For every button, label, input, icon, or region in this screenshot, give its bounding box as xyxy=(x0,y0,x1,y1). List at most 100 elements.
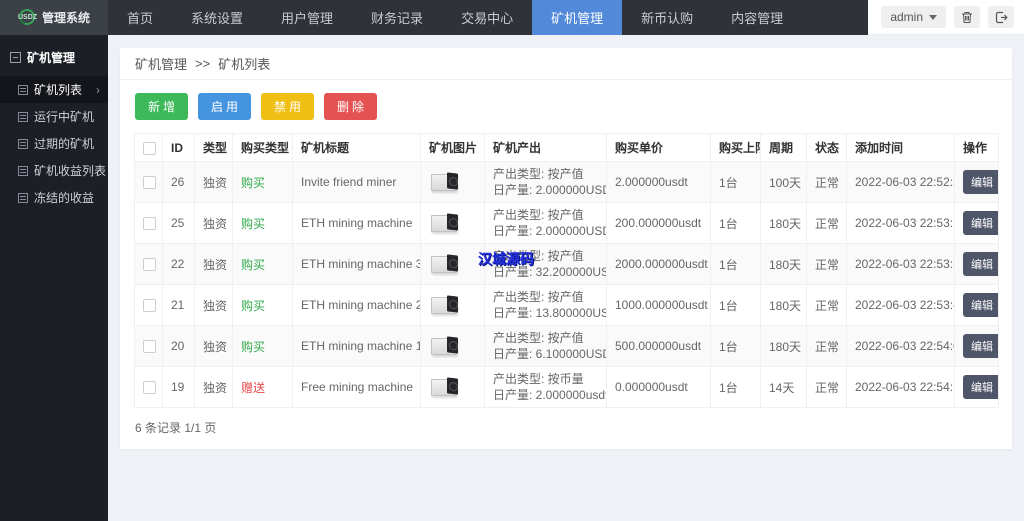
row-checkbox[interactable] xyxy=(143,381,156,395)
nav-menu-item[interactable]: 交易中心 xyxy=(442,0,532,35)
cell-title: ETH mining machine 2st xyxy=(292,284,421,326)
cell-output: 产出类型: 按币量 日产量: 2.000000usdt xyxy=(484,366,607,408)
sidebar-item-label: 运行中矿机 xyxy=(34,110,95,124)
cell-title: Invite friend miner xyxy=(292,161,421,203)
sidebar-item-label: 冻结的收益 xyxy=(34,191,95,205)
cell-actions: 编辑 xyxy=(954,243,999,285)
nav-menu-item[interactable]: 财务记录 xyxy=(352,0,442,35)
toolbar: 新增 启用 禁用 删除 xyxy=(120,80,1012,133)
cell-period: 14天 xyxy=(760,366,807,408)
column-header: 状态 xyxy=(806,133,847,162)
cell-actions: 编辑 xyxy=(954,161,999,203)
column-header: 购买上限 xyxy=(710,133,761,162)
select-all-checkbox[interactable] xyxy=(143,141,156,155)
list-icon xyxy=(18,84,28,95)
cell-buy-type: 购买 xyxy=(232,202,293,244)
table-row: 19 独资 赠送 Free mining machine 产出类型: 按币量 日… xyxy=(134,366,999,408)
cell-actions: 编辑 xyxy=(954,202,999,244)
cell-added-time: 2022-06-03 22:53:14 xyxy=(846,202,955,244)
row-checkbox[interactable] xyxy=(143,340,156,354)
sidebar-item[interactable]: 运行中矿机 › xyxy=(0,103,108,130)
column-header: 类型 xyxy=(194,133,233,162)
cell-status: 正常 xyxy=(806,161,847,203)
edit-button[interactable]: 编辑 xyxy=(963,170,998,194)
cell-output: 产出类型: 按产值 日产量: 2.000000USDT xyxy=(484,202,607,244)
edit-button[interactable]: 编辑 xyxy=(963,375,998,399)
edit-button[interactable]: 编辑 xyxy=(963,334,998,358)
miner-image xyxy=(429,212,461,235)
cell-added-time: 2022-06-03 22:53:46 xyxy=(846,284,955,326)
cell-status: 正常 xyxy=(806,202,847,244)
cell-status: 正常 xyxy=(806,243,847,285)
nav-menu-item[interactable]: 矿机管理 xyxy=(532,0,623,35)
cell-added-time: 2022-06-03 22:54:18 xyxy=(846,366,955,408)
chevron-right-icon: › xyxy=(96,82,100,97)
cell-title: Free mining machine xyxy=(292,366,421,408)
sidebar-item[interactable]: 冻结的收益 › xyxy=(0,184,108,211)
edit-button[interactable]: 编辑 xyxy=(963,252,998,276)
sidebar: 矿机管理 矿机列表 › 运行中矿机 › 过期的矿机 › 矿机收益列表 › 冻结的… xyxy=(0,35,108,521)
row-checkbox[interactable] xyxy=(143,217,156,231)
cell-limit: 1台 xyxy=(710,325,761,367)
row-checkbox[interactable] xyxy=(143,258,156,272)
usdz-logo-icon: USDZ xyxy=(16,5,38,28)
cell-id: 22 xyxy=(162,243,195,285)
chevron-down-icon xyxy=(929,14,937,20)
sidebar-item-label: 矿机列表 xyxy=(34,83,83,97)
miner-image xyxy=(429,171,461,194)
cell-output: 产出类型: 按产值 日产量: 2.000000USDT xyxy=(484,161,607,203)
collapse-minus-icon xyxy=(10,52,21,63)
nav-menu-item[interactable]: 首页 xyxy=(108,0,172,35)
edit-button[interactable]: 编辑 xyxy=(963,211,998,235)
admin-label: admin xyxy=(890,10,923,24)
cell-image xyxy=(420,202,485,244)
nav-menu-item[interactable]: 用户管理 xyxy=(262,0,352,35)
cell-output: 产出类型: 按产值 日产量: 6.100000USDT xyxy=(484,325,607,367)
edit-button[interactable]: 编辑 xyxy=(963,293,998,317)
cell-buy-type: 购买 xyxy=(232,161,293,203)
cell-buy-type: 购买 xyxy=(232,243,293,285)
column-header: 周期 xyxy=(760,133,807,162)
column-header: 矿机图片 xyxy=(420,133,485,162)
cell-actions: 编辑 xyxy=(954,366,999,408)
cell-period: 180天 xyxy=(760,243,807,285)
cell-limit: 1台 xyxy=(710,284,761,326)
select-all-cell xyxy=(134,133,163,162)
cell-id: 20 xyxy=(162,325,195,367)
list-icon xyxy=(18,138,28,149)
logout-button[interactable] xyxy=(988,6,1014,28)
table-body: 26 独资 购买 Invite friend miner 产出类型: 按产值 日… xyxy=(134,161,999,408)
nav-menu-item[interactable]: 内容管理 xyxy=(712,0,802,35)
miner-image xyxy=(429,253,461,276)
enable-button[interactable]: 启用 xyxy=(198,93,252,120)
column-header: 操作 xyxy=(954,133,999,162)
clear-cache-button[interactable] xyxy=(954,6,980,28)
add-button[interactable]: 新增 xyxy=(135,93,189,120)
row-checkbox[interactable] xyxy=(143,176,156,190)
breadcrumb: 矿机管理 >> 矿机列表 xyxy=(120,48,1012,80)
sidebar-item[interactable]: 矿机列表 › xyxy=(0,76,108,103)
miner-table: ID 类型 购买类型 矿机标题 矿机图片 矿机产出 购买单价 购买上 周期 状态… xyxy=(134,133,999,408)
logo: USDZ 管理系统 xyxy=(0,0,108,35)
admin-dropdown[interactable]: admin xyxy=(881,6,946,28)
cell-type: 独资 xyxy=(194,243,233,285)
cell-price: 2.000000usdt xyxy=(606,161,711,203)
cell-added-time: 2022-06-03 22:53:30 xyxy=(846,243,955,285)
sidebar-group-miner-management[interactable]: 矿机管理 xyxy=(0,35,108,76)
cell-title: ETH mining machine 3st xyxy=(292,243,421,285)
delete-button[interactable]: 删除 xyxy=(324,93,378,120)
cell-output: 产出类型: 按产值 日产量: 13.800000USDT xyxy=(484,284,607,326)
sidebar-item[interactable]: 矿机收益列表 › xyxy=(0,157,108,184)
disable-button[interactable]: 禁用 xyxy=(261,93,315,120)
sidebar-item[interactable]: 过期的矿机 › xyxy=(0,130,108,157)
cell-added-time: 2022-06-03 22:52:54 xyxy=(846,161,955,203)
cell-type: 独资 xyxy=(194,366,233,408)
nav-menu-item[interactable]: 系统设置 xyxy=(172,0,262,35)
list-icon xyxy=(18,111,28,122)
breadcrumb-current: 矿机列表 xyxy=(218,57,271,72)
nav-menu-item[interactable]: 新币认购 xyxy=(622,0,712,35)
table-row: 25 独资 购买 ETH mining machine 产出类型: 按产值 日产… xyxy=(134,202,999,244)
cell-type: 独资 xyxy=(194,284,233,326)
cell-id: 21 xyxy=(162,284,195,326)
row-checkbox[interactable] xyxy=(143,299,156,313)
